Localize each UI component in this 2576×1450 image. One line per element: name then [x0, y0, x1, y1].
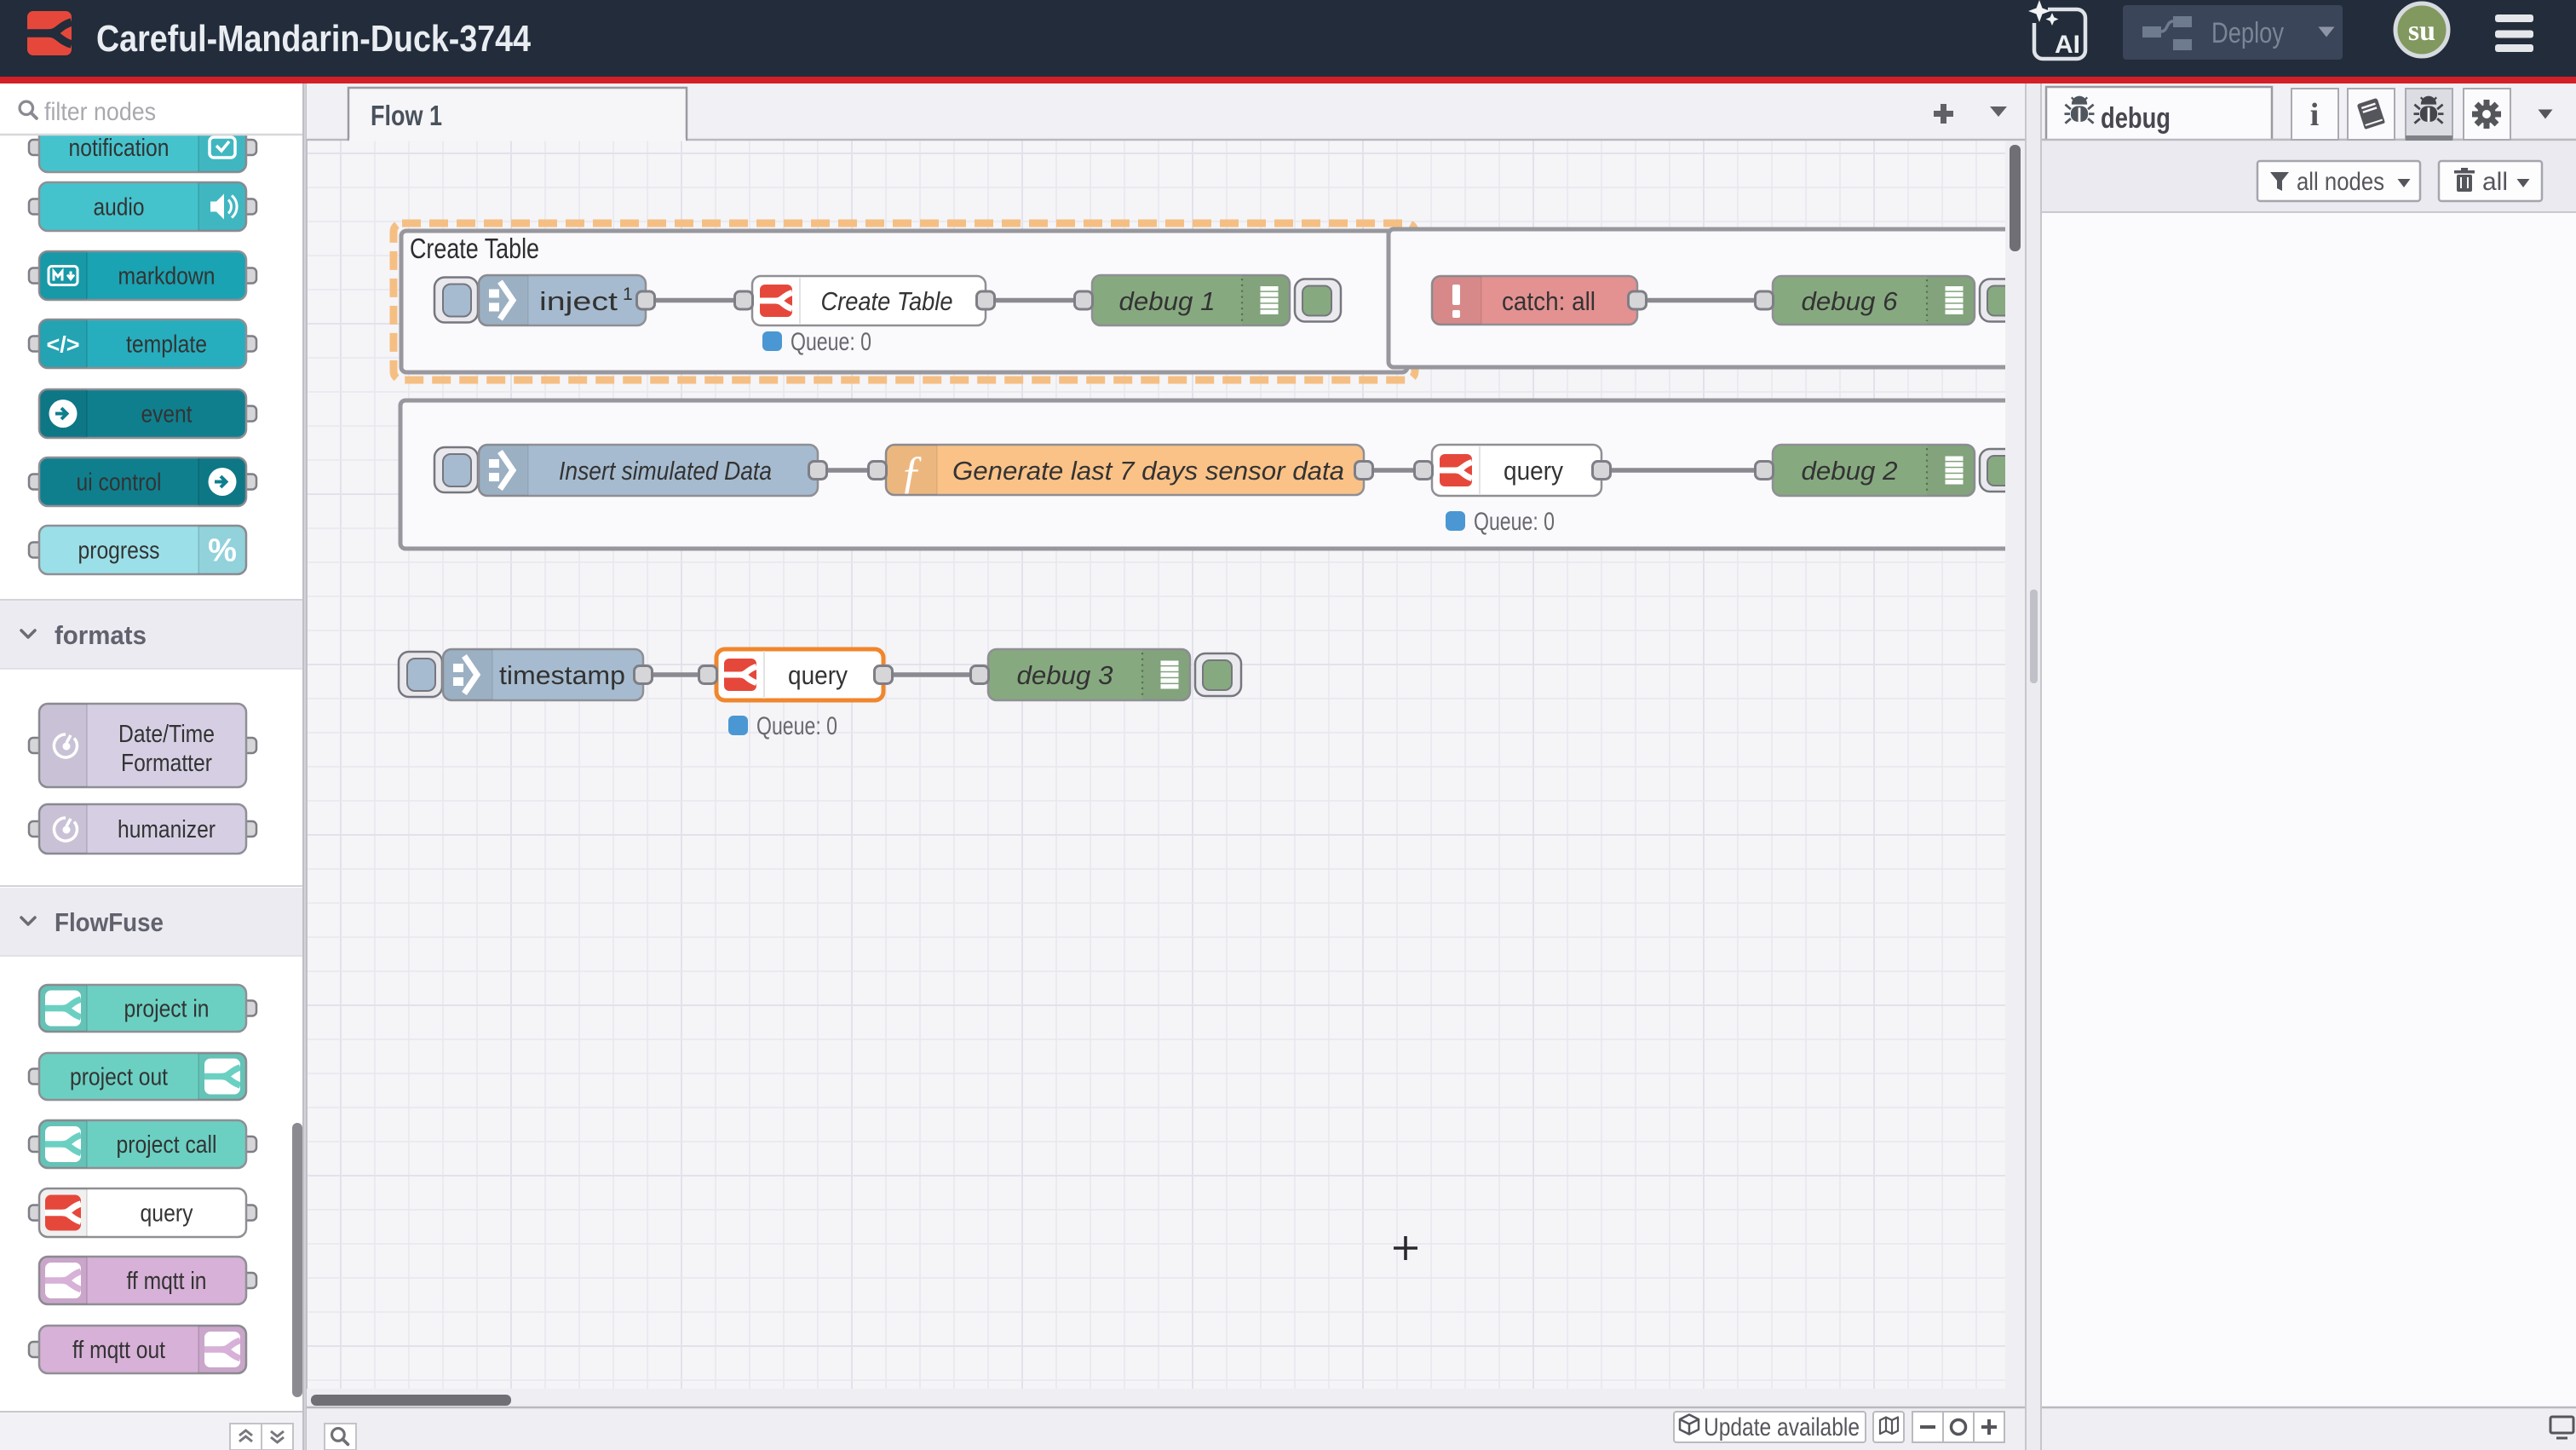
svg-text:ff mqtt out: ff mqtt out — [72, 1337, 165, 1364]
svg-text:humanizer: humanizer — [118, 816, 216, 843]
svg-text:project call: project call — [117, 1131, 217, 1159]
svg-text:Create Table: Create Table — [410, 233, 539, 264]
svg-text:i: i — [2310, 97, 2320, 133]
svg-text:all: all — [2482, 168, 2508, 196]
svg-text:template: template — [126, 331, 207, 359]
svg-text:Update available: Update available — [1704, 1413, 1860, 1441]
svg-text:AI: AI — [2055, 31, 2080, 59]
svg-text:Date/Time: Date/Time — [118, 721, 215, 748]
svg-text:Queue: 0: Queue: 0 — [791, 328, 871, 356]
svg-text:ƒ: ƒ — [900, 446, 923, 498]
svg-text:markdown: markdown — [118, 263, 216, 291]
svg-text:Deploy: Deploy — [2211, 17, 2284, 49]
svg-text:query: query — [1504, 456, 1563, 486]
svg-text:debug 2: debug 2 — [1802, 456, 1898, 486]
svg-text:project out: project out — [70, 1064, 168, 1091]
svg-text:audio: audio — [94, 194, 145, 222]
svg-text:filter nodes: filter nodes — [44, 98, 156, 126]
svg-text:ff mqtt in: ff mqtt in — [127, 1268, 207, 1295]
svg-text:inject: inject — [539, 286, 618, 316]
svg-text:project in: project in — [124, 996, 210, 1023]
svg-text:notification: notification — [69, 135, 170, 162]
svg-text:Formatter: Formatter — [121, 750, 212, 777]
svg-text:catch: all: catch: all — [1502, 286, 1596, 316]
svg-text:Queue: 0: Queue: 0 — [756, 712, 837, 740]
svg-text:Insert simulated Data: Insert simulated Data — [559, 456, 772, 486]
svg-text:debug 6: debug 6 — [1802, 286, 1899, 316]
svg-text:ui control: ui control — [77, 469, 162, 497]
svg-text:progress: progress — [78, 538, 160, 565]
svg-text:formats: formats — [55, 620, 147, 650]
svg-text:FlowFuse: FlowFuse — [55, 907, 164, 937]
svg-text:Queue: 0: Queue: 0 — [1474, 508, 1555, 536]
svg-text:su: su — [2408, 15, 2435, 47]
svg-text:query: query — [141, 1200, 193, 1228]
svg-text:debug 1: debug 1 — [1119, 286, 1216, 316]
svg-text:Create Table: Create Table — [821, 286, 953, 316]
svg-text:Flow 1: Flow 1 — [371, 100, 442, 131]
svg-text:1: 1 — [623, 285, 633, 304]
svg-text:all nodes: all nodes — [2297, 168, 2384, 196]
svg-text:query: query — [788, 660, 848, 690]
svg-text:timestamp: timestamp — [499, 660, 625, 690]
svg-text:Generate last 7 days sensor da: Generate last 7 days sensor data — [952, 456, 1344, 486]
svg-text:</>: </> — [46, 332, 79, 358]
svg-text:debug 3: debug 3 — [1017, 660, 1113, 690]
svg-text:debug: debug — [2101, 102, 2171, 135]
svg-text:Careful-Mandarin-Duck-3744: Careful-Mandarin-Duck-3744 — [96, 18, 531, 60]
svg-text:event: event — [141, 401, 193, 429]
svg-text:%: % — [208, 533, 237, 569]
